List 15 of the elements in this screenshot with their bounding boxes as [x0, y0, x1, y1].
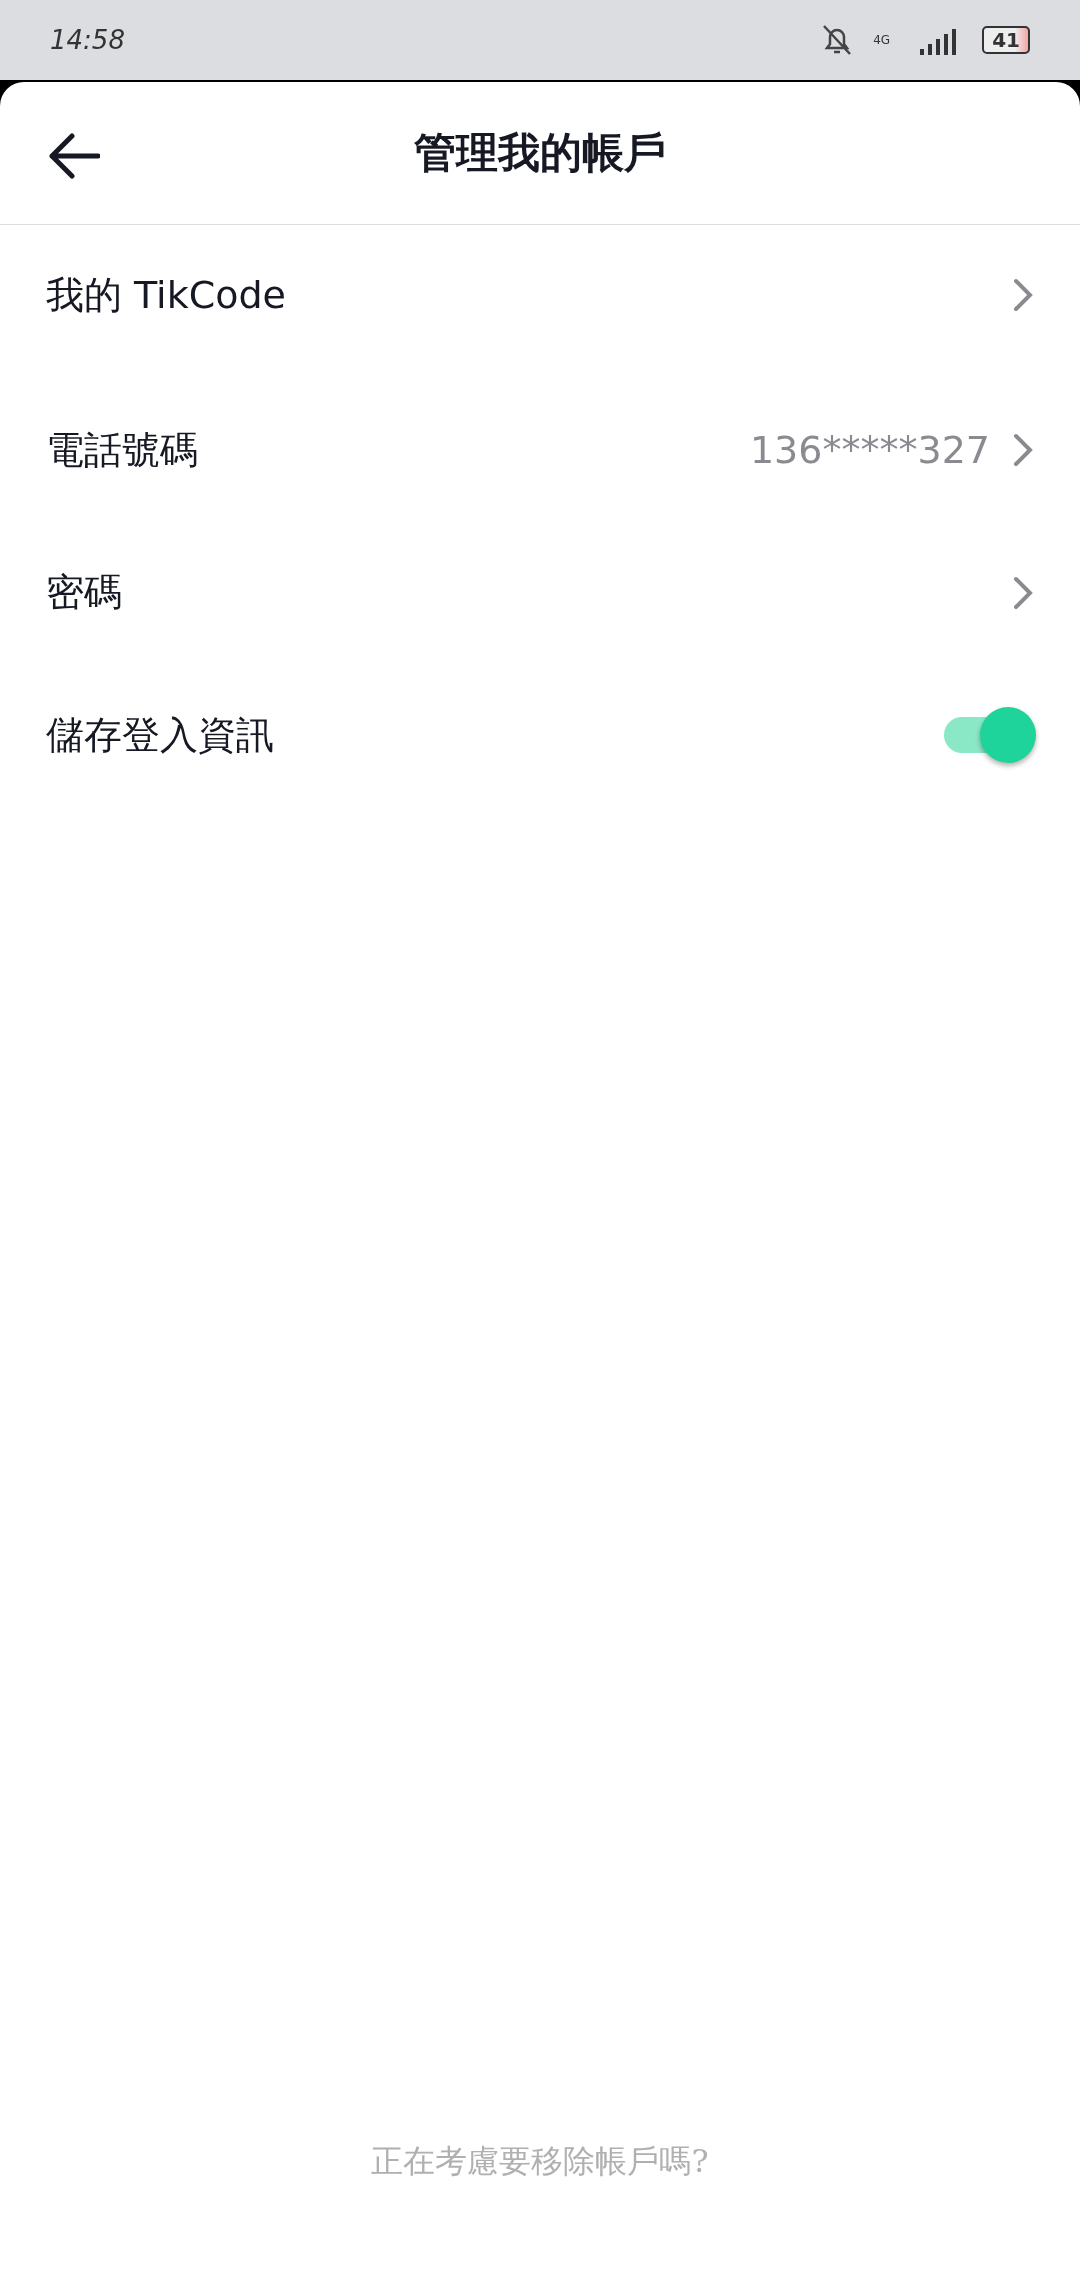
page-title: 管理我的帳戶: [414, 127, 666, 179]
chevron-right-icon: [1012, 433, 1034, 467]
phone-number: 136*****327: [749, 428, 990, 472]
toggle-switch[interactable]: [944, 707, 1034, 763]
network-label: 4G: [873, 33, 891, 47]
chevron-right-icon: [1012, 278, 1034, 312]
setting-label: 儲存登入資訊: [46, 711, 275, 759]
chevron-right-icon: [1012, 575, 1034, 610]
setting-label: 我的 TikCode: [46, 271, 287, 319]
setting-label: 密碼: [46, 569, 123, 616]
setting-label: 電話號碼: [46, 426, 199, 474]
remove-account-link[interactable]: 正在考慮要移除帳戶嗎?: [371, 2140, 709, 2184]
bell-off-icon: [821, 23, 854, 57]
battery-indicator: 41: [982, 26, 1030, 54]
status-time: 14:58: [50, 25, 126, 55]
